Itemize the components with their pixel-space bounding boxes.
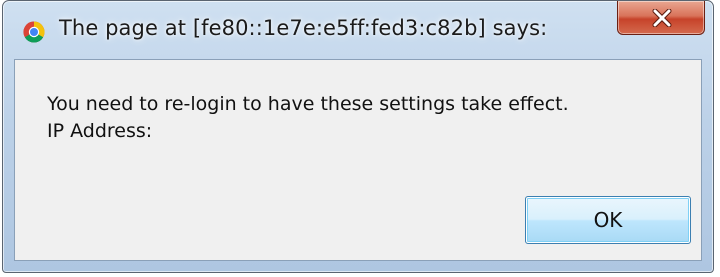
alert-dialog-window: The page at [fe80::1e7e:e5ff:fed3:c82b] … xyxy=(2,0,714,273)
dialog-content: You need to re-login to have these setti… xyxy=(14,59,702,261)
title-bar[interactable]: The page at [fe80::1e7e:e5ff:fed3:c82b] … xyxy=(3,1,713,59)
close-button[interactable] xyxy=(617,1,705,35)
dialog-message: You need to re-login to have these setti… xyxy=(47,91,569,145)
dialog-title: The page at [fe80::1e7e:e5ff:fed3:c82b] … xyxy=(59,16,548,40)
message-line: You need to re-login to have these setti… xyxy=(47,93,569,115)
close-icon xyxy=(652,9,672,27)
chrome-icon xyxy=(23,21,45,43)
ok-button[interactable]: OK xyxy=(525,196,691,244)
message-line: IP Address: xyxy=(47,120,153,142)
